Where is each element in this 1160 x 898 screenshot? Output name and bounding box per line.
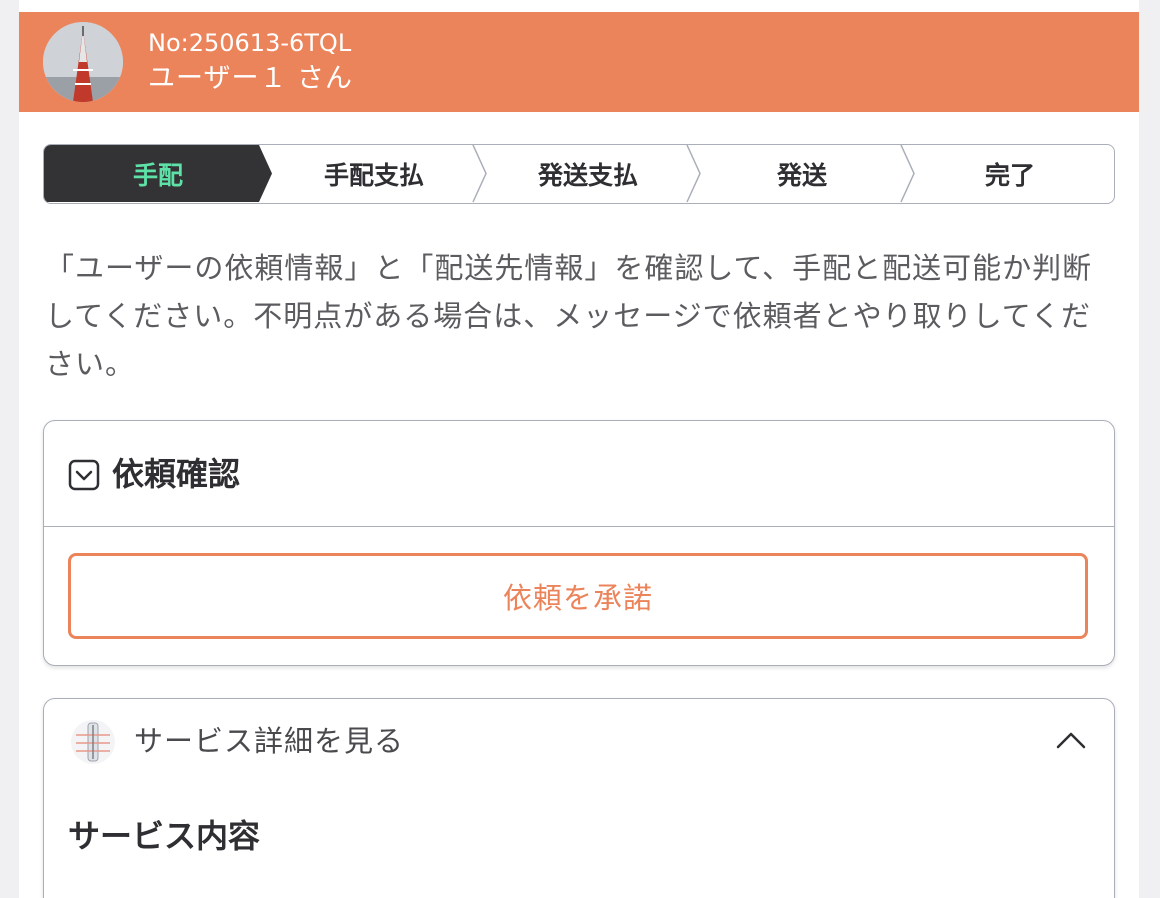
card-title: 依頼確認 bbox=[112, 455, 241, 493]
card-header: 依頼確認 bbox=[44, 421, 1114, 527]
service-thumbnail-icon bbox=[71, 720, 115, 764]
order-header: No:250613-6TQL ユーザー１ さん bbox=[19, 12, 1139, 112]
checkbox-chevron-icon bbox=[68, 459, 100, 491]
step-arrange-payment: 手配支払 bbox=[323, 160, 424, 190]
instruction-text: 「ユーザーの依頼情報」と「配送先情報」を確認して、手配と配送可能か判断してくださ… bbox=[45, 251, 1093, 381]
service-detail-label: サービス詳細を見る bbox=[134, 724, 405, 758]
order-number: No:250613-6TQL bbox=[148, 29, 352, 57]
step-shipping: 発送 bbox=[776, 160, 827, 190]
step-complete: 完了 bbox=[984, 160, 1035, 190]
progress-stepper: 手配 手配支払 発送支払 発送 完了 bbox=[43, 144, 1115, 204]
user-name: ユーザー１ さん bbox=[148, 63, 354, 94]
request-confirm-card: 依頼確認 依頼を承諾 bbox=[43, 420, 1115, 666]
service-detail-toggle[interactable]: サービス詳細を見る bbox=[44, 699, 1114, 783]
chevron-up-icon[interactable] bbox=[1056, 729, 1086, 751]
avatar bbox=[43, 22, 123, 102]
page: No:250613-6TQL ユーザー１ さん 手配 手配支払 発送支払 発送 … bbox=[19, 0, 1139, 898]
accept-request-button[interactable]: 依頼を承諾 bbox=[68, 553, 1088, 639]
service-content-heading: サービス内容 bbox=[68, 817, 261, 855]
service-detail-card: サービス詳細を見る サービス内容 bbox=[43, 698, 1115, 898]
step-arrange: 手配 bbox=[132, 160, 183, 190]
step-shipping-payment: 発送支払 bbox=[537, 160, 638, 190]
